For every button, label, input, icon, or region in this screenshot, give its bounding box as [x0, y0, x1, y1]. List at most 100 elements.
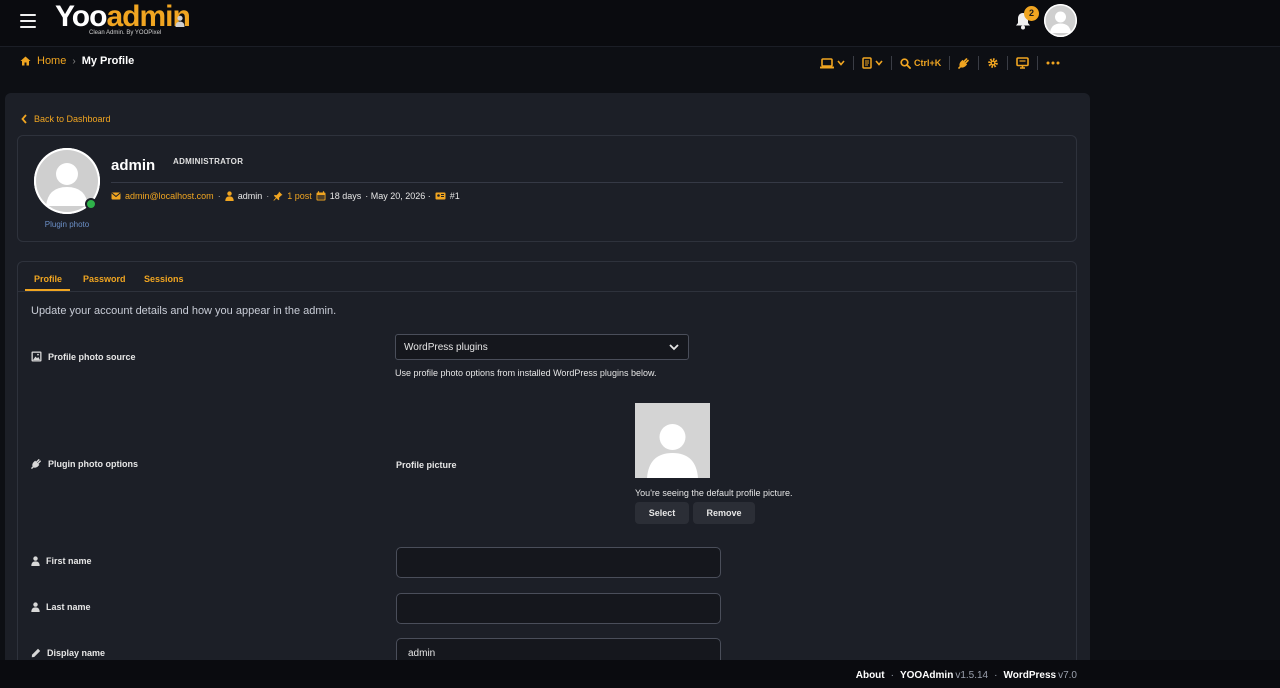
photo-caption: Plugin photo [44, 220, 90, 229]
plug-icon [958, 58, 970, 69]
profile-picture-label: Profile picture [396, 460, 457, 470]
footer: About · YOOAdmin v1.5.14 · WordPress v7.… [0, 660, 1280, 688]
display-name-label: Display name [47, 648, 106, 658]
profile-username: admin [111, 157, 156, 174]
breadcrumb: Home › My Profile [20, 55, 134, 67]
wordpress-version: v7.0 [1058, 670, 1077, 681]
default-picture-text: You're seeing the default profile pictur… [635, 488, 793, 498]
last-name-label-row: Last name [31, 602, 91, 612]
chevron-left-icon [21, 114, 27, 124]
pencil-icon [31, 648, 41, 658]
back-label: Back to Dashboard [34, 114, 111, 124]
logo-text-yoo: Yoo [55, 0, 107, 33]
mail-icon [111, 192, 121, 200]
footer-separator: · [890, 670, 894, 681]
document-icon [862, 57, 872, 69]
remove-picture-button[interactable]: Remove [693, 502, 755, 524]
yooadmin-version: v1.5.14 [955, 670, 989, 681]
image-icon [31, 351, 42, 362]
profile-login: admin [237, 191, 263, 201]
profile-email[interactable]: admin@localhost.com [125, 191, 214, 201]
meta-separator: · [266, 191, 270, 201]
user-id: #1 [449, 191, 460, 201]
settings-button[interactable] [979, 55, 1007, 71]
id-card-icon [435, 192, 446, 200]
top-bar: Yooadmin Clean Admin. By YOOPixel 2 [0, 0, 1280, 47]
user-icon [31, 602, 40, 612]
active-tab-indicator [25, 289, 70, 291]
member-duration: 18 days [329, 191, 362, 201]
breadcrumb-current: My Profile [81, 55, 135, 67]
avatar-silhouette-icon [1044, 4, 1077, 37]
user-icon [31, 556, 40, 566]
screen-options-button[interactable] [812, 55, 853, 71]
user-icon [175, 15, 185, 27]
photo-source-hint: Use profile photo options from installed… [395, 368, 657, 378]
tab-profile[interactable]: Profile [34, 274, 62, 284]
display-name-label-row: Display name [31, 648, 105, 658]
search-shortcut-label: Ctrl+K [914, 58, 942, 68]
profile-meta: admin@localhost.com · admin · 1 post 18 … [111, 191, 460, 201]
main-panel: Back to Dashboard Plugin photo admin ADM… [5, 93, 1090, 681]
menu-icon[interactable] [20, 14, 36, 28]
monitor-icon [1016, 57, 1030, 69]
plugin-options-label: Plugin photo options [48, 458, 138, 469]
chevron-down-icon [669, 344, 679, 351]
plugins-button[interactable] [950, 55, 978, 71]
photo-source-select[interactable]: WordPress plugins [395, 334, 689, 360]
notification-badge: 2 [1024, 6, 1039, 21]
breadcrumb-bar: Home › My Profile Ctrl+K [0, 48, 1280, 78]
gear-icon [988, 58, 999, 68]
first-name-input[interactable] [396, 547, 721, 578]
registration-date: · May 20, 2026 · [365, 191, 431, 201]
last-name-input[interactable] [396, 593, 721, 624]
breadcrumb-home-link[interactable]: Home [37, 55, 66, 67]
toolbar: Ctrl+K [812, 54, 1068, 72]
breadcrumb-separator: › [72, 55, 76, 67]
home-icon [20, 56, 31, 66]
footer-separator: · [994, 670, 998, 681]
logo[interactable]: Yooadmin Clean Admin. By YOOPixel [55, 0, 191, 42]
more-options-button[interactable] [1038, 55, 1068, 71]
footer-links: About · YOOAdmin v1.5.14 · WordPress v7.… [856, 670, 1077, 681]
chevron-down-icon [837, 60, 845, 66]
photo-source-value: WordPress plugins [404, 342, 488, 353]
pin-icon [273, 191, 283, 201]
calendar-icon [316, 191, 326, 201]
avatar-silhouette-icon [635, 403, 710, 478]
plugin-options-label-row: Plugin photo options [31, 458, 138, 469]
tab-bar: Profile Password Sessions [18, 262, 1076, 292]
footer-wordpress-link[interactable]: WordPress [1003, 670, 1056, 681]
logo-tagline: Clean Admin. By YOOPixel [89, 30, 162, 36]
search-icon [900, 57, 911, 69]
photo-source-label-row: Profile photo source [31, 351, 136, 362]
profile-posts-link[interactable]: 1 post [287, 191, 312, 201]
chevron-down-icon [875, 60, 883, 66]
user-icon [224, 191, 234, 201]
online-status-indicator [85, 198, 97, 210]
first-name-label: First name [46, 556, 92, 566]
more-horizontal-icon [1046, 61, 1060, 65]
tab-password[interactable]: Password [83, 274, 126, 284]
view-site-button[interactable] [1008, 55, 1037, 71]
page-options-button[interactable] [854, 55, 891, 71]
profile-summary-card: Plugin photo admin ADMINISTRATOR admin@l… [17, 135, 1077, 242]
divider [111, 182, 1063, 183]
footer-about-link[interactable]: About [856, 670, 885, 681]
role-badge: ADMINISTRATOR [173, 157, 244, 166]
tab-sessions[interactable]: Sessions [144, 274, 184, 284]
footer-yooadmin-link[interactable]: YOOAdmin [900, 670, 953, 681]
back-to-dashboard-link[interactable]: Back to Dashboard [21, 114, 111, 124]
photo-source-label: Profile photo source [48, 351, 136, 362]
form-intro-text: Update your account details and how you … [31, 305, 337, 317]
profile-picture-preview [635, 403, 710, 478]
laptop-icon [820, 57, 834, 68]
search-button[interactable]: Ctrl+K [892, 55, 949, 71]
profile-tabs-card: Profile Password Sessions Update your ac… [17, 261, 1077, 681]
first-name-label-row: First name [31, 556, 92, 566]
last-name-label: Last name [46, 602, 91, 612]
plug-icon [31, 459, 41, 469]
user-avatar[interactable] [1044, 4, 1077, 37]
select-picture-button[interactable]: Select [635, 502, 689, 524]
meta-separator: · [217, 191, 221, 201]
